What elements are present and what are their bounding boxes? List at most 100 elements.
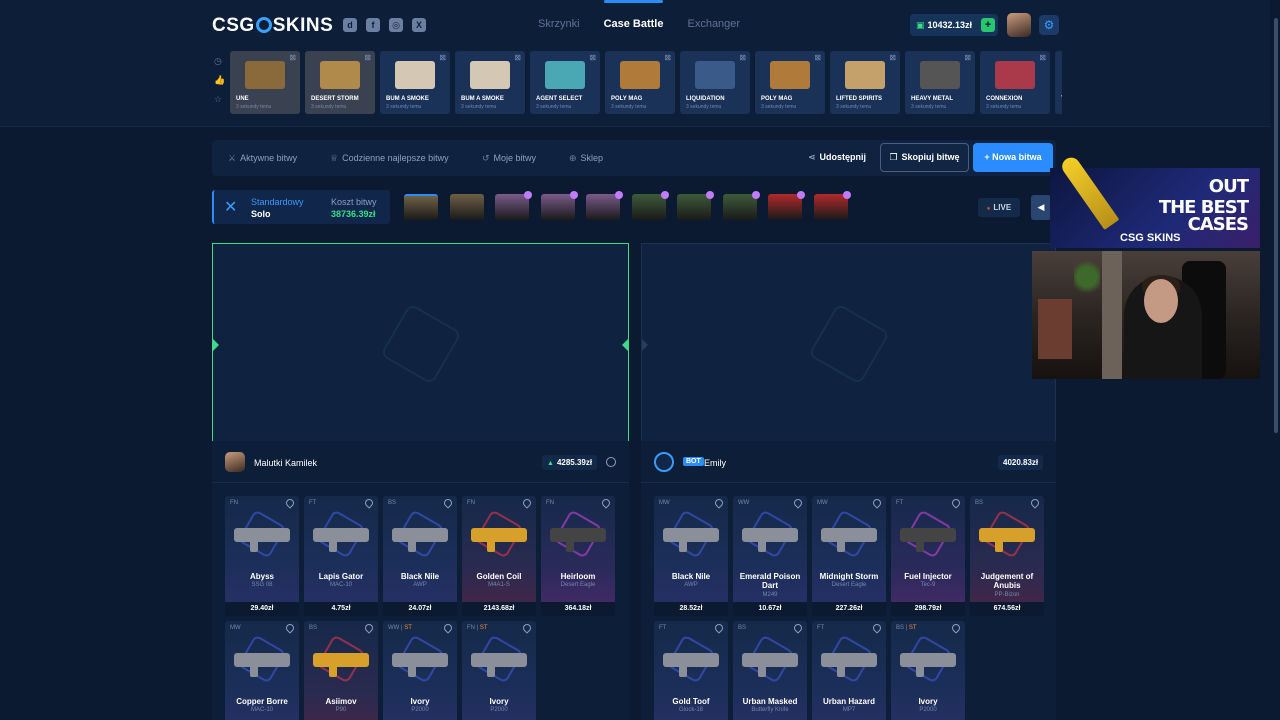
recent-case-card[interactable]: ⊠ LIFTED SPIRITS 3 sekundy temu bbox=[830, 51, 900, 114]
discord-icon[interactable]: d bbox=[343, 18, 357, 32]
recent-case-card[interactable]: ⊠ LIQUIDATION 3 sekundy temu bbox=[680, 51, 750, 114]
tab-shop[interactable]: ⊕ Sklep bbox=[569, 153, 603, 164]
battle-case-icon[interactable] bbox=[768, 191, 805, 220]
thumbs-up-icon[interactable]: 👍 bbox=[214, 75, 225, 86]
share-button[interactable]: ⋖ Udostępnij bbox=[808, 152, 866, 163]
close-icon[interactable]: ⊠ bbox=[964, 53, 971, 62]
close-icon[interactable]: ⊠ bbox=[814, 53, 821, 62]
drop-item-card[interactable]: BS Urban Masked Butterfly Knife bbox=[733, 621, 807, 720]
scrollbar-thumb[interactable] bbox=[1274, 18, 1278, 433]
clock-icon[interactable]: ◷ bbox=[214, 56, 225, 67]
drop-item-card[interactable]: WW Emerald Poison Dart M249 10.67zł bbox=[733, 496, 807, 616]
battle-case-icon[interactable] bbox=[449, 194, 484, 220]
heart-icon[interactable] bbox=[284, 622, 296, 634]
heart-icon[interactable] bbox=[792, 622, 804, 634]
recent-case-card[interactable]: ⊠ UNE 3 sekundy temu bbox=[230, 51, 300, 114]
heart-icon[interactable] bbox=[713, 497, 725, 509]
drop-item-card[interactable]: BS Black Nile AWP 24.07zł bbox=[383, 496, 457, 616]
drop-item-card[interactable]: WW | ST Ivory P2000 bbox=[383, 621, 457, 720]
tab-daily-best[interactable]: ♕ Codzienne najlepsze bitwy bbox=[330, 153, 449, 164]
chevron-left-icon[interactable]: ◀ bbox=[1031, 195, 1051, 220]
heart-icon[interactable] bbox=[600, 497, 612, 509]
cost-value: 38736.39zł bbox=[331, 209, 376, 219]
recent-case-card[interactable]: ⊠ AGENT SELECT 3 sekundy temu bbox=[530, 51, 600, 114]
close-icon[interactable]: ⊠ bbox=[664, 53, 671, 62]
recent-case-card[interactable]: ⊠ POLY MAG 3 sekundy temu bbox=[605, 51, 675, 114]
heart-icon[interactable] bbox=[442, 622, 454, 634]
heart-icon[interactable] bbox=[521, 497, 533, 509]
heart-icon[interactable] bbox=[713, 622, 725, 634]
recent-case-card[interactable]: ⊠TRIGGER DISCIPL bbox=[1055, 51, 1062, 114]
close-icon[interactable]: ⊠ bbox=[589, 53, 596, 62]
close-icon[interactable]: ⊠ bbox=[289, 53, 296, 62]
heart-icon[interactable] bbox=[521, 622, 533, 634]
nav-case-battle[interactable]: Case Battle bbox=[603, 0, 663, 30]
battle-case-icon[interactable] bbox=[586, 191, 623, 220]
close-icon[interactable]: ⊠ bbox=[364, 53, 371, 62]
deposit-button[interactable]: + bbox=[981, 18, 995, 32]
battle-case-icon[interactable] bbox=[540, 191, 578, 220]
close-icon[interactable]: ⊠ bbox=[439, 53, 446, 62]
drop-item-card[interactable]: MW Midnight Storm Desert Eagle 227.26zł bbox=[812, 496, 886, 616]
heart-icon[interactable] bbox=[284, 497, 296, 509]
heart-icon[interactable] bbox=[871, 497, 883, 509]
drop-item-card[interactable]: BS | ST Ivory P2000 bbox=[891, 621, 965, 720]
new-battle-button[interactable]: + Nowa bitwa bbox=[973, 143, 1053, 172]
tab-my-battles[interactable]: ↺ Moje bitwy bbox=[482, 153, 536, 164]
nav-exchanger[interactable]: Exchanger bbox=[687, 18, 740, 30]
recent-case-card[interactable]: ⊠ CONNEXION 3 sekundy temu bbox=[980, 51, 1050, 114]
recent-case-card[interactable]: ⊠ HEAVY METAL 3 sekundy temu bbox=[905, 51, 975, 114]
facebook-icon[interactable]: f bbox=[366, 18, 380, 32]
heart-icon[interactable] bbox=[950, 497, 962, 509]
heart-icon[interactable] bbox=[442, 497, 454, 509]
recent-case-card[interactable]: ⊠ POLY MAG 3 sekundy temu bbox=[755, 51, 825, 114]
heart-icon[interactable] bbox=[950, 622, 962, 634]
logo-ring-icon bbox=[255, 17, 272, 33]
item-price: 28.52zł bbox=[654, 602, 728, 616]
battle-case-icon[interactable] bbox=[495, 191, 532, 220]
page-scrollbar[interactable] bbox=[1272, 0, 1280, 720]
x-icon[interactable]: X bbox=[412, 18, 426, 32]
drop-item-card[interactable]: FN Abyss SSG 08 29.40zł bbox=[225, 496, 299, 616]
drop-item-card[interactable]: MW Copper Borre MAC-10 bbox=[225, 621, 299, 720]
battle-case-icon[interactable] bbox=[631, 191, 669, 220]
gear-icon[interactable]: ⚙ bbox=[1039, 15, 1059, 35]
drop-item-card[interactable]: FT Urban Hazard MP7 bbox=[812, 621, 886, 720]
copy-battle-button[interactable]: ❐ Skopiuj bitwę bbox=[880, 143, 969, 172]
smile-icon[interactable] bbox=[606, 457, 616, 467]
close-icon[interactable]: ⊠ bbox=[1039, 53, 1046, 62]
drop-item-card[interactable]: FT Gold Toof Glock-18 bbox=[654, 621, 728, 720]
drop-item-card[interactable]: FN | ST Ivory P2000 bbox=[462, 621, 536, 720]
main-nav: Skrzynki Case Battle Exchanger bbox=[538, 0, 740, 30]
drop-item-card[interactable]: FT Fuel Injector Tec-9 298.79zł bbox=[891, 496, 965, 616]
heart-icon[interactable] bbox=[363, 497, 375, 509]
drop-item-card[interactable]: FN Golden Coil M4A1-S 2143.68zł bbox=[462, 496, 536, 616]
balance-display[interactable]: ▣ 10432.13zł + bbox=[910, 14, 998, 36]
drop-item-card[interactable]: FT Lapis Gator MAC-10 4.75zł bbox=[304, 496, 378, 616]
drop-item-card[interactable]: FN Heirloom Desert Eagle 364.18zł bbox=[541, 496, 615, 616]
close-icon[interactable]: ⊠ bbox=[889, 53, 896, 62]
drop-item-card[interactable]: BS Judgement of Anubis PP-Bizon 674.56zł bbox=[970, 496, 1044, 616]
battle-case-icon[interactable] bbox=[813, 191, 851, 220]
avatar[interactable] bbox=[225, 452, 245, 472]
drop-item-card[interactable]: BS Asiimov P90 bbox=[304, 621, 378, 720]
instagram-icon[interactable]: ◎ bbox=[389, 18, 403, 32]
site-logo[interactable]: CSG SKINS bbox=[212, 15, 333, 37]
heart-icon[interactable] bbox=[1029, 497, 1041, 509]
user-avatar[interactable] bbox=[1007, 13, 1031, 37]
close-icon[interactable]: ⊠ bbox=[514, 53, 521, 62]
heart-icon[interactable] bbox=[871, 622, 883, 634]
recent-case-card[interactable]: ⊠ DESERT STORM 3 sekundy temu bbox=[305, 51, 375, 114]
star-icon[interactable]: ☆ bbox=[214, 94, 225, 105]
battle-case-icon[interactable] bbox=[404, 194, 438, 220]
recent-case-card[interactable]: ⊠ BUM A SMOKE 3 sekundy temu bbox=[455, 51, 525, 114]
battle-case-icon[interactable] bbox=[722, 191, 760, 220]
recent-case-card[interactable]: ⊠ BUM A SMOKE 3 sekundy temu bbox=[380, 51, 450, 114]
heart-icon[interactable] bbox=[363, 622, 375, 634]
nav-skrzynki[interactable]: Skrzynki bbox=[538, 18, 580, 30]
drop-item-card[interactable]: MW Black Nile AWP 28.52zł bbox=[654, 496, 728, 616]
heart-icon[interactable] bbox=[792, 497, 804, 509]
close-icon[interactable]: ⊠ bbox=[739, 53, 746, 62]
battle-case-icon[interactable] bbox=[677, 191, 714, 220]
tab-active-battles[interactable]: ⚔ Aktywne bitwy bbox=[228, 153, 297, 164]
